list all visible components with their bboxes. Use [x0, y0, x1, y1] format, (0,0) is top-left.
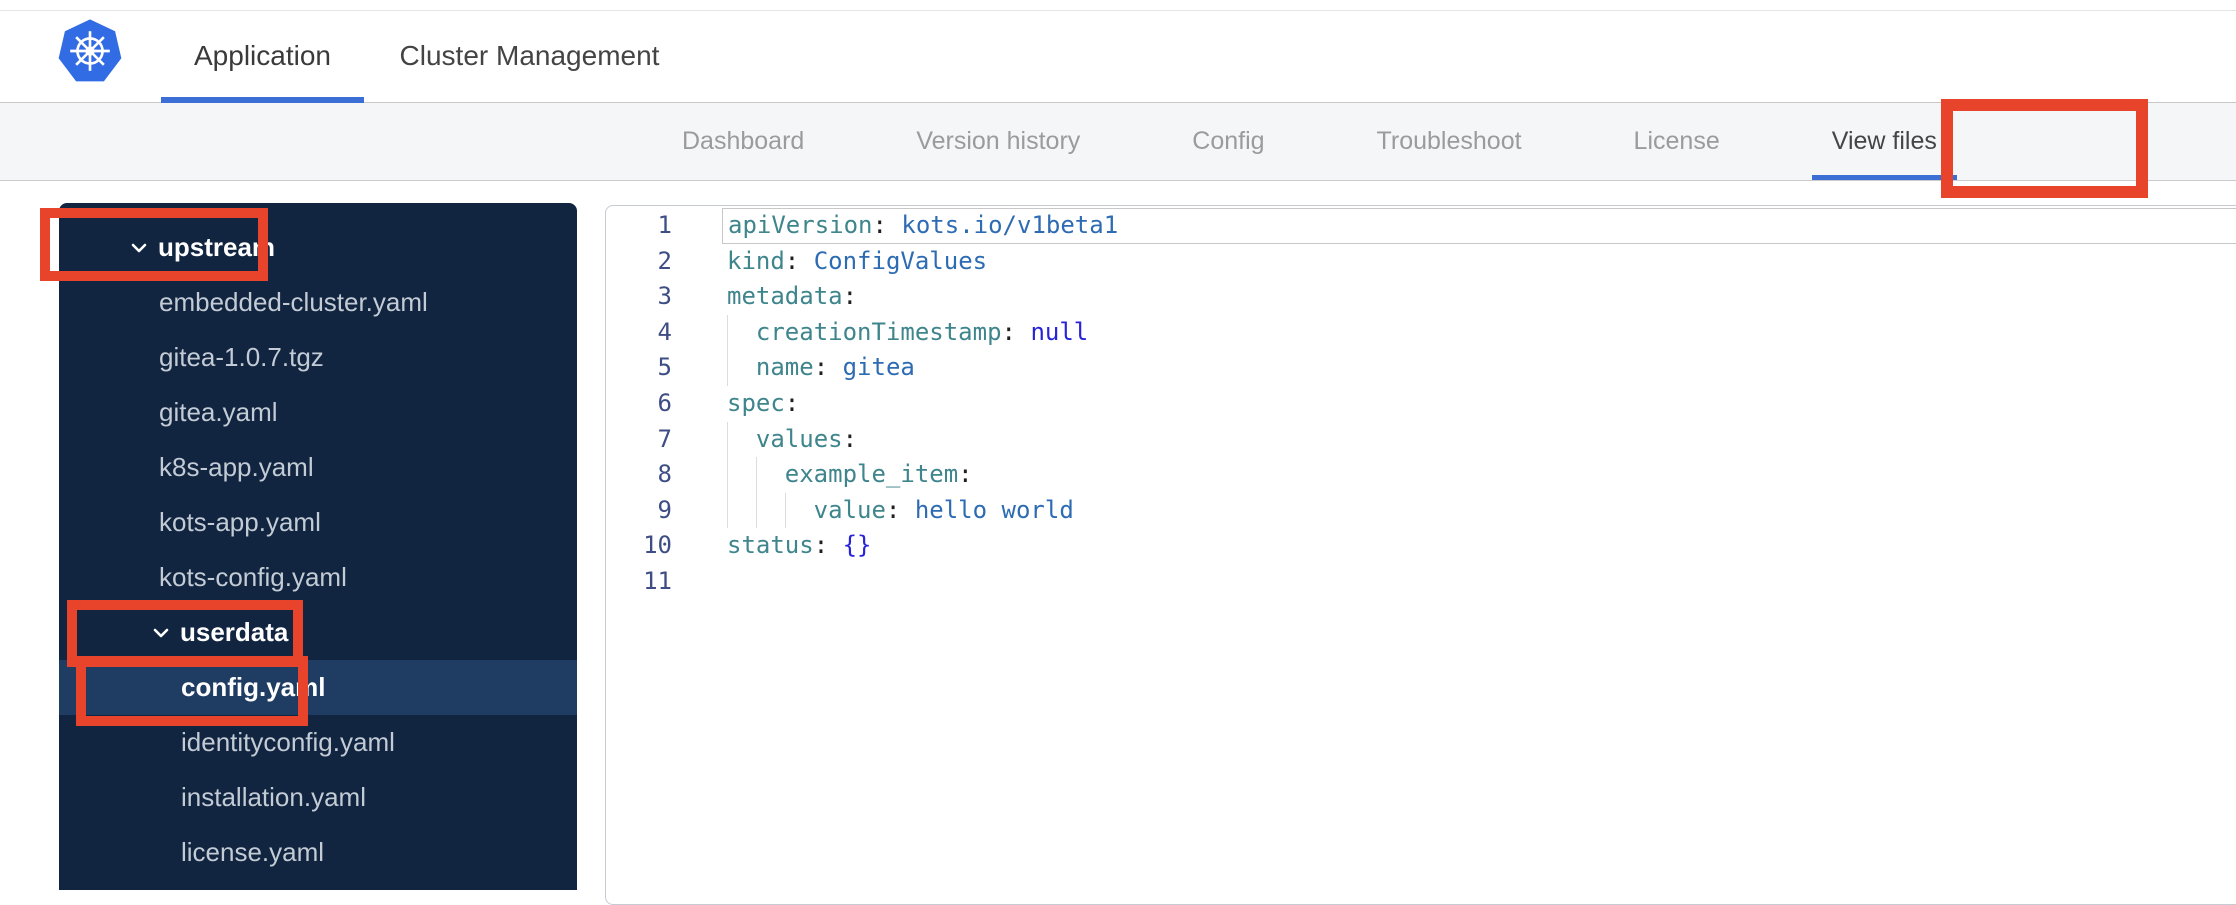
- code-line-8: 8 example_item:: [606, 457, 2236, 493]
- tree-item-label: gitea-1.0.7.tgz: [159, 342, 324, 372]
- indent-guide: [727, 314, 756, 351]
- file-contents-viewer[interactable]: 1 apiVersion: kots.io/v1beta1 2 kind: Confi…: [605, 205, 2236, 905]
- indent-guide: [755, 492, 785, 529]
- line-source: values:: [722, 421, 2236, 458]
- tree-item-label: k8s-app.yaml: [159, 452, 314, 482]
- line-source: value: hello world: [722, 492, 2236, 529]
- tab-troubleshoot[interactable]: Troubleshoot: [1357, 103, 1542, 180]
- tree-folder-userdata[interactable]: userdata: [59, 605, 577, 660]
- chevron-down-icon: [152, 627, 170, 639]
- line-source: kind: ConfigValues: [727, 246, 988, 275]
- tree-item-label: license.yaml: [181, 837, 325, 867]
- tree-file-config.yaml[interactable]: config.yaml: [59, 660, 577, 715]
- line-number: 6: [657, 388, 672, 417]
- tab-config[interactable]: Config: [1172, 103, 1284, 180]
- indent-guide: [727, 350, 756, 386]
- tree-item-label: userdata: [180, 617, 289, 647]
- app-header: Application Cluster Management: [0, 0, 2236, 103]
- tree-folder-upstream[interactable]: upstream: [59, 220, 577, 275]
- code-line-9: 9 value: hello world: [606, 492, 2236, 529]
- tree-item-label: installation.yaml: [181, 782, 366, 812]
- code-line-6: 6 spec:: [606, 386, 2236, 422]
- tree-item-label: kots-app.yaml: [159, 507, 321, 537]
- code-line-5: 5 name: gitea: [606, 350, 2236, 386]
- tree-file-installation.yaml[interactable]: installation.yaml: [59, 770, 577, 825]
- indent-guide: [755, 457, 785, 493]
- line-number: 3: [657, 282, 672, 311]
- line-number: 4: [657, 317, 672, 346]
- line-source: status: {}: [727, 531, 872, 560]
- code-line-3: 3 metadata:: [606, 279, 2236, 315]
- tree-file-gitea-1.0.7.tgz[interactable]: gitea-1.0.7.tgz: [59, 330, 577, 385]
- code-line-2: 2 kind: ConfigValues: [606, 244, 2236, 280]
- code-line-1: 1 apiVersion: kots.io/v1beta1: [606, 208, 2236, 244]
- line-source: apiVersion: kots.io/v1beta1: [722, 208, 2236, 244]
- tree-file-license.yaml[interactable]: license.yaml: [59, 825, 577, 880]
- code-line-11: 11: [606, 564, 2236, 600]
- tree-file-gitea.yaml[interactable]: gitea.yaml: [59, 385, 577, 440]
- line-number: 5: [657, 353, 672, 382]
- indent-guide: [784, 492, 814, 529]
- line-number: 8: [657, 460, 672, 489]
- code-line-4: 4 creationTimestamp: null: [606, 314, 2236, 351]
- primary-nav: Application Cluster Management: [0, 10, 664, 103]
- tab-version-history[interactable]: Version history: [896, 103, 1100, 180]
- tab-license[interactable]: License: [1614, 103, 1740, 180]
- file-tree-sidebar: upstream embedded-cluster.yaml gitea-1.0.7…: [59, 203, 577, 890]
- line-source: spec:: [727, 388, 800, 417]
- tree-item-label: kots-config.yaml: [159, 562, 347, 592]
- tree-item-label: upstream: [158, 232, 276, 262]
- line-number: 11: [643, 566, 672, 595]
- line-source: example_item:: [722, 457, 2236, 493]
- line-source: creationTimestamp: null: [722, 314, 2236, 351]
- line-source: [722, 564, 2236, 600]
- line-number: 7: [657, 424, 672, 453]
- chevron-down-icon: [130, 242, 148, 254]
- tab-dashboard[interactable]: Dashboard: [662, 103, 824, 180]
- indent-guide: [727, 492, 756, 529]
- line-number: 1: [657, 211, 672, 239]
- line-number: 10: [643, 531, 672, 560]
- tree-file-kots-config.yaml[interactable]: kots-config.yaml: [59, 550, 577, 605]
- tree-file-k8s-app.yaml[interactable]: k8s-app.yaml: [59, 440, 577, 495]
- tab-view-files[interactable]: View files: [1811, 103, 1957, 180]
- tree-item-label: identityconfig.yaml: [181, 727, 395, 757]
- tree-item-label: gitea.yaml: [159, 397, 278, 427]
- indent-guide: [727, 457, 756, 493]
- tab-cluster-management[interactable]: Cluster Management: [395, 10, 664, 103]
- indent-guide: [727, 421, 756, 458]
- tab-application[interactable]: Application: [161, 10, 364, 103]
- tree-file-embedded-cluster.yaml[interactable]: embedded-cluster.yaml: [59, 275, 577, 330]
- line-source: name: gitea: [722, 350, 2236, 386]
- tree-file-identityconfig.yaml[interactable]: identityconfig.yaml: [59, 715, 577, 770]
- tree-item-label: embedded-cluster.yaml: [159, 287, 428, 317]
- code-line-7: 7 values:: [606, 421, 2236, 458]
- app-subnav: Dashboard Version history Config Trouble…: [0, 103, 2236, 181]
- tree-file-kots-app.yaml[interactable]: kots-app.yaml: [59, 495, 577, 550]
- line-number: 9: [657, 495, 672, 524]
- line-source: metadata:: [727, 282, 858, 311]
- line-number: 2: [657, 246, 672, 275]
- tree-item-label: config.yaml: [181, 672, 326, 702]
- code-line-10: 10 status: {}: [606, 528, 2236, 564]
